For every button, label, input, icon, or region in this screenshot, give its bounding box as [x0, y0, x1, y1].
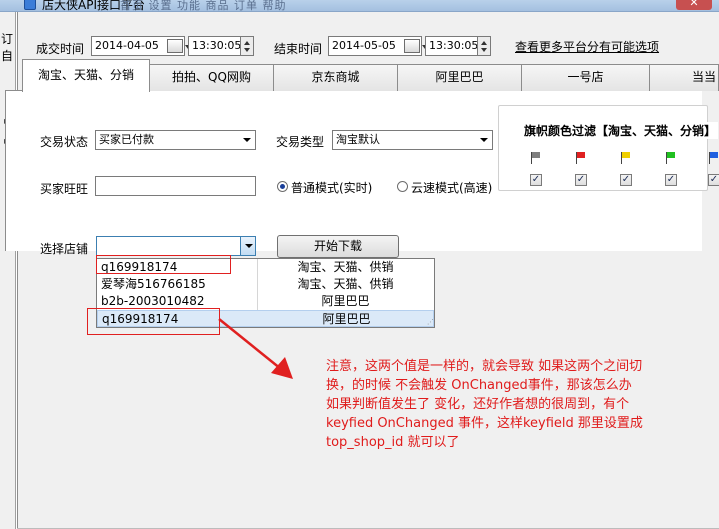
more-platforms-link[interactable]: 查看更多平台分有可能选项 [515, 38, 659, 55]
flag-red-checkbox[interactable]: ✓ [575, 174, 587, 186]
tab-jingdong[interactable]: 京东商城 [273, 64, 398, 91]
trade-status-label: 交易状态 [40, 135, 89, 149]
annotation-line: keyfied OnChanged 事件，这样keyfield 那里设置成 [326, 416, 643, 431]
flag-gray-cloth [532, 152, 540, 158]
annotation-line: 注意，这两个值是一样的，就会导致 如果这两个之间切 [326, 359, 643, 374]
dropdown-item-platform: 淘宝、天猫、供销 [297, 260, 394, 274]
highlight-box-second [87, 308, 220, 335]
flag-filter-title: 旗帜颜色过滤【淘宝、天猫、分销】 [522, 122, 718, 139]
mode-cloud-label[interactable]: 云速模式(高速) [411, 179, 492, 196]
tab-alibaba[interactable]: 阿里巴巴 [397, 64, 522, 91]
title-bar: 店大侠API接口平台 首页 设置 功能 商品 订单 帮助 ✕ [0, 0, 719, 12]
chevron-down-icon[interactable] [240, 237, 255, 255]
tab-yihaodian[interactable]: 一号店 [521, 64, 650, 91]
buyer-wangwang-input[interactable] [95, 176, 256, 196]
background-window-text: 订自 [1, 32, 14, 63]
shop-select-label: 选择店铺 [40, 242, 89, 256]
chevron-down-icon [239, 131, 254, 149]
red-arrow-icon [218, 318, 293, 379]
start-date-calendar-button[interactable] [167, 39, 191, 53]
end-date-calendar-button[interactable] [404, 39, 428, 53]
start-time-spinner[interactable] [240, 36, 254, 56]
shop-select[interactable] [96, 236, 256, 256]
annotation-line: 换，的时候 不会触发 OnChanged事件，那该怎么办 [326, 378, 632, 393]
trade-status-value: 买家已付款 [99, 133, 154, 146]
trade-type-label: 交易类型 [276, 135, 325, 149]
flag-blue-cloth [710, 152, 718, 158]
annotation-line: top_shop_id 就可以了 [326, 435, 460, 450]
flag-yellow-cloth [622, 152, 630, 158]
faint-menu: 首页 设置 功能 商品 订单 帮助 [120, 0, 287, 12]
app-icon [24, 0, 36, 10]
highlight-box-first [96, 255, 231, 274]
dropdown-item[interactable]: 爱琴海516766185 淘宝、天猫、供销 [97, 276, 434, 293]
dropdown-item-shop: 爱琴海516766185 [101, 277, 206, 291]
annotation-note: 注意，这两个值是一样的，就会导致 如果这两个之间切 换，的时候 不会触发 OnC… [326, 357, 716, 452]
mode-normal-radio[interactable] [277, 181, 288, 192]
tab-taobao[interactable]: 淘宝、天猫、分销 [22, 59, 150, 92]
trade-type-value: 淘宝默认 [336, 133, 380, 146]
flag-green-checkbox[interactable]: ✓ [665, 174, 677, 186]
flag-gray-checkbox[interactable]: ✓ [530, 174, 542, 186]
flag-red-cloth [577, 152, 585, 158]
resize-grip-icon[interactable]: ⋰ [427, 318, 434, 326]
mode-normal-label[interactable]: 普通模式(实时) [291, 179, 372, 196]
tab-paipai[interactable]: 拍拍、QQ网购 [149, 64, 274, 91]
tab-dangdang[interactable]: 当当 [649, 64, 719, 91]
buyer-wangwang-label: 买家旺旺 [40, 182, 89, 196]
flag-blue-checkbox[interactable]: ✓ [708, 174, 719, 186]
trade-type-select[interactable]: 淘宝默认 [332, 130, 493, 150]
trade-status-select[interactable]: 买家已付款 [95, 130, 256, 150]
dropdown-item-platform: 淘宝、天猫、供销 [297, 277, 394, 291]
deal-time-label: 成交时间 [36, 42, 85, 56]
flag-yellow-checkbox[interactable]: ✓ [620, 174, 632, 186]
end-time-spinner[interactable] [477, 36, 491, 56]
annotation-line: 如果判断值发生了 变化，还好作者想的很周到，有个 [326, 397, 630, 412]
flag-green-cloth [667, 152, 675, 158]
dropdown-item-platform: 阿里巴巴 [321, 294, 370, 308]
end-time-label: 结束时间 [274, 42, 323, 56]
close-button[interactable]: ✕ [676, 0, 712, 10]
chevron-down-icon [476, 131, 491, 149]
mode-cloud-radio[interactable] [397, 181, 408, 192]
start-download-button[interactable]: 开始下载 [277, 235, 399, 258]
